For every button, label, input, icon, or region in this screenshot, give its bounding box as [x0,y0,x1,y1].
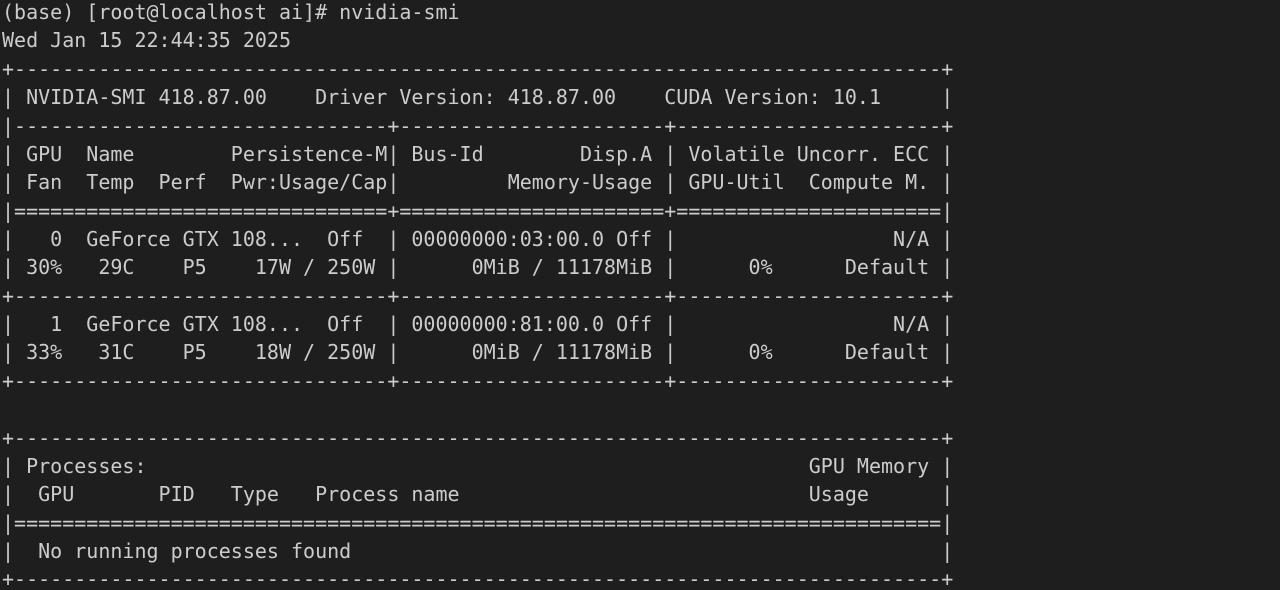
processes-top-border: +---------------------------------------… [2,426,954,450]
gpu-separator: +-------------------------------+-------… [2,284,954,308]
gpu-1-row-2: | 33% 31C P5 18W / 250W | 0MiB / 11178Mi… [2,340,954,364]
shell-prompt: (base) [root@localhost ai]# [2,0,340,24]
header-row-1: | GPU Name Persistence-M| Bus-Id Disp.A … [2,142,954,166]
terminal-window[interactable]: (base) [root@localhost ai]# nvidia-smi W… [0,0,1280,590]
processes-title-line: | Processes: GPU Memory | [2,454,954,478]
header-row-2: | Fan Temp Perf Pwr:Usage/Cap| Memory-Us… [2,170,954,194]
terminal-output: (base) [root@localhost ai]# nvidia-smi W… [0,0,1280,590]
processes-header-line: | GPU PID Type Process name Usage | [2,482,954,506]
header-double-separator: |===============================+=======… [2,199,954,223]
command-text: nvidia-smi [339,0,460,24]
gpu-0-row-2: | 30% 29C P5 17W / 250W | 0MiB / 11178Mi… [2,255,954,279]
command-line: (base) [root@localhost ai]# nvidia-smi [2,0,460,26]
gpu-table-bottom-border: +-------------------------------+-------… [2,369,954,393]
processes-bottom-border: +---------------------------------------… [2,567,954,590]
version-line: | NVIDIA-SMI 418.87.00 Driver Version: 4… [2,85,954,109]
gpu-1-row-1: | 1 GeForce GTX 108... Off | 00000000:81… [2,312,954,336]
timestamp-line: Wed Jan 15 22:44:35 2025 [2,28,291,52]
table-top-border: +---------------------------------------… [2,57,954,81]
gpu-0-row-1: | 0 GeForce GTX 108... Off | 00000000:03… [2,227,954,251]
no-processes-line: | No running processes found | [2,539,954,563]
processes-double-separator: |=======================================… [2,511,954,535]
header-separator: |-------------------------------+-------… [2,114,954,138]
